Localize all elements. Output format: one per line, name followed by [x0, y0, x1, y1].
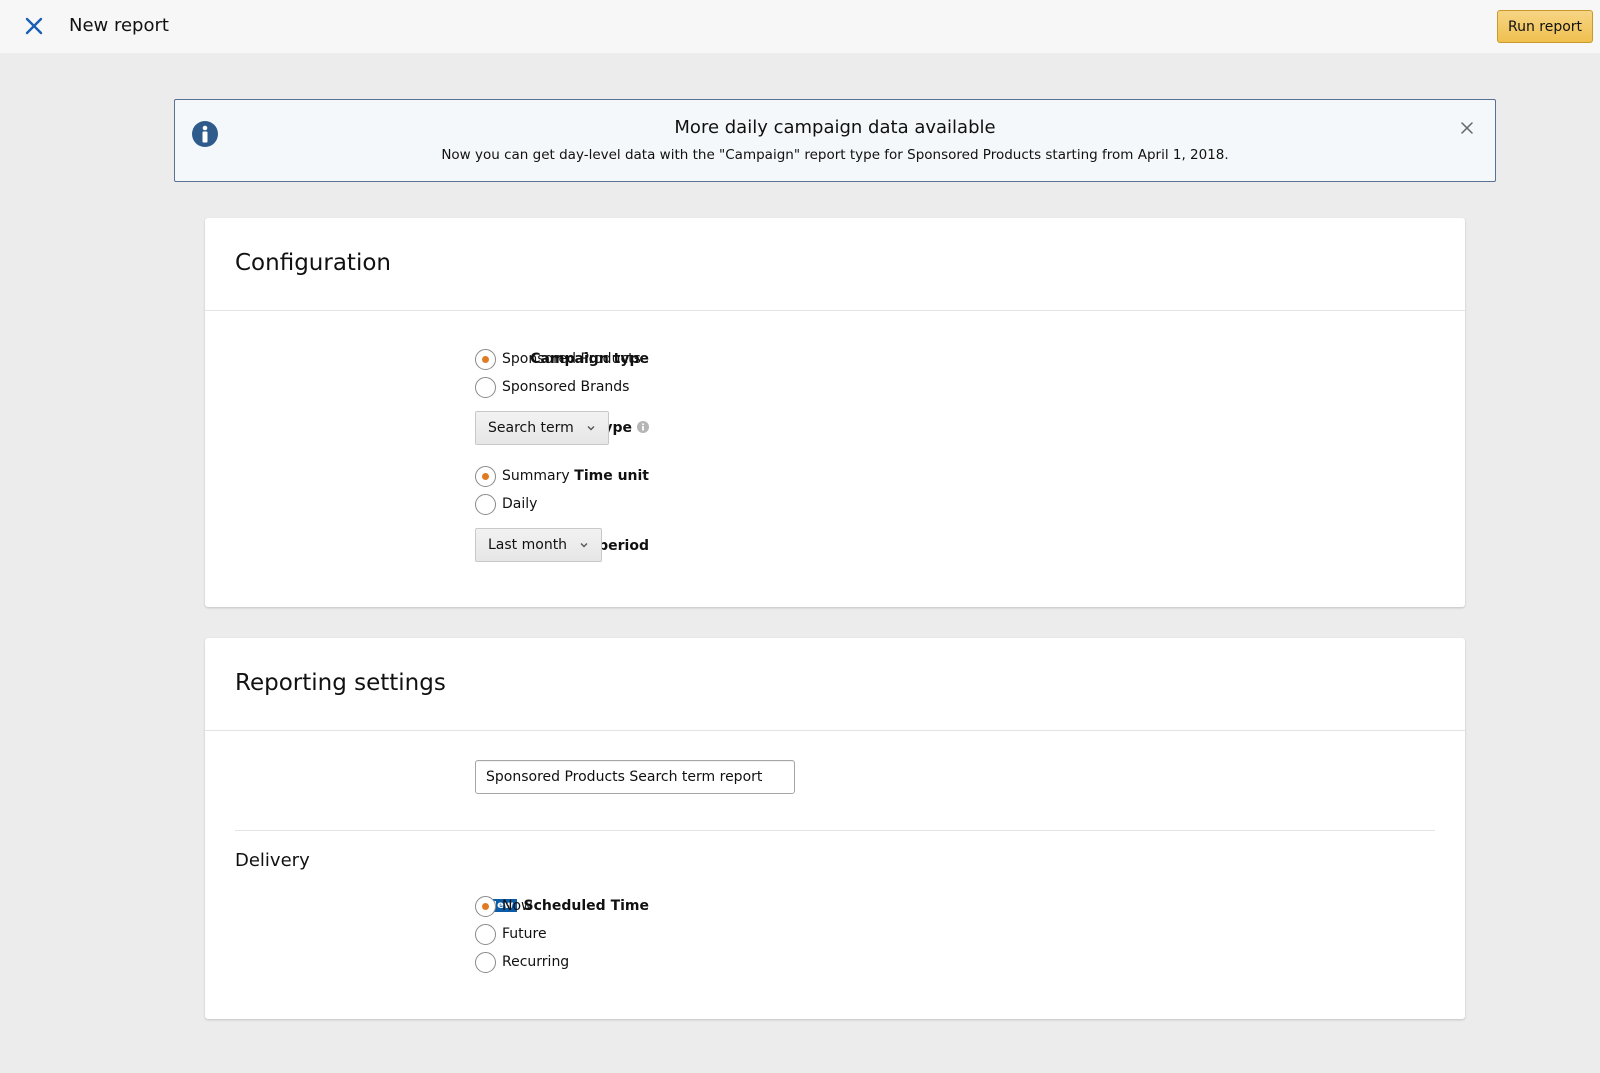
dropdown-value: Last month: [488, 537, 568, 553]
info-icon[interactable]: [637, 421, 649, 433]
radio-button[interactable]: [475, 348, 496, 370]
radio-future[interactable]: Future: [475, 920, 569, 948]
top-bar: New report Run report: [0, 0, 1600, 53]
radio-button[interactable]: [475, 376, 496, 398]
campaign-type-radio-group: Sponsored Products Sponsored Brands: [475, 345, 641, 401]
card-header: Configuration: [205, 218, 1465, 311]
radio-daily[interactable]: Daily: [475, 490, 570, 518]
radio-sponsored-brands[interactable]: Sponsored Brands: [475, 373, 641, 401]
card-header: Reporting settings: [205, 638, 1465, 731]
radio-label: Daily: [502, 496, 538, 512]
configuration-card: Configuration Campaign type Sponsored Pr…: [205, 218, 1465, 607]
page-title: New report: [69, 15, 169, 36]
radio-button[interactable]: [475, 465, 496, 487]
scheduled-time-radio-group: Now Future Recurring: [475, 892, 569, 976]
radio-label: Sponsored Products: [502, 351, 641, 367]
run-report-button[interactable]: Run report: [1497, 10, 1593, 43]
chevron-down-icon: [580, 543, 588, 548]
delivery-title: Delivery: [235, 850, 310, 871]
alert-title: More daily campaign data available: [674, 117, 996, 138]
radio-label: Now: [502, 898, 533, 914]
time-unit-radio-group: Summary Daily: [475, 462, 570, 518]
section-title: Reporting settings: [235, 670, 446, 696]
close-icon[interactable]: [1459, 120, 1475, 136]
reporting-settings-card: Reporting settings Name Delivery NewSche…: [205, 638, 1465, 1019]
report-period-dropdown[interactable]: Last month: [475, 528, 603, 562]
radio-recurring[interactable]: Recurring: [475, 948, 569, 976]
radio-button[interactable]: [475, 493, 496, 515]
report-type-dropdown[interactable]: Search term: [475, 411, 609, 445]
radio-button[interactable]: [475, 951, 496, 973]
close-icon[interactable]: [22, 14, 46, 38]
radio-label: Future: [502, 926, 547, 942]
alert-body: Now you can get day-level data with the …: [441, 147, 1229, 163]
radio-button[interactable]: [475, 923, 496, 945]
field-label: Time unit: [574, 468, 649, 484]
radio-label: Sponsored Brands: [502, 379, 630, 395]
chevron-down-icon: [587, 426, 595, 431]
radio-now[interactable]: Now: [475, 892, 569, 920]
radio-sponsored-products[interactable]: Sponsored Products: [475, 345, 641, 373]
dropdown-value: Search term: [488, 420, 574, 436]
radio-summary[interactable]: Summary: [475, 462, 570, 490]
divider: [235, 830, 1435, 831]
info-alert: More daily campaign data available Now y…: [174, 99, 1496, 182]
report-name-input[interactable]: [475, 760, 795, 794]
section-title: Configuration: [235, 250, 391, 276]
radio-button[interactable]: [475, 895, 496, 917]
radio-label: Summary: [502, 468, 570, 484]
radio-label: Recurring: [502, 954, 570, 970]
